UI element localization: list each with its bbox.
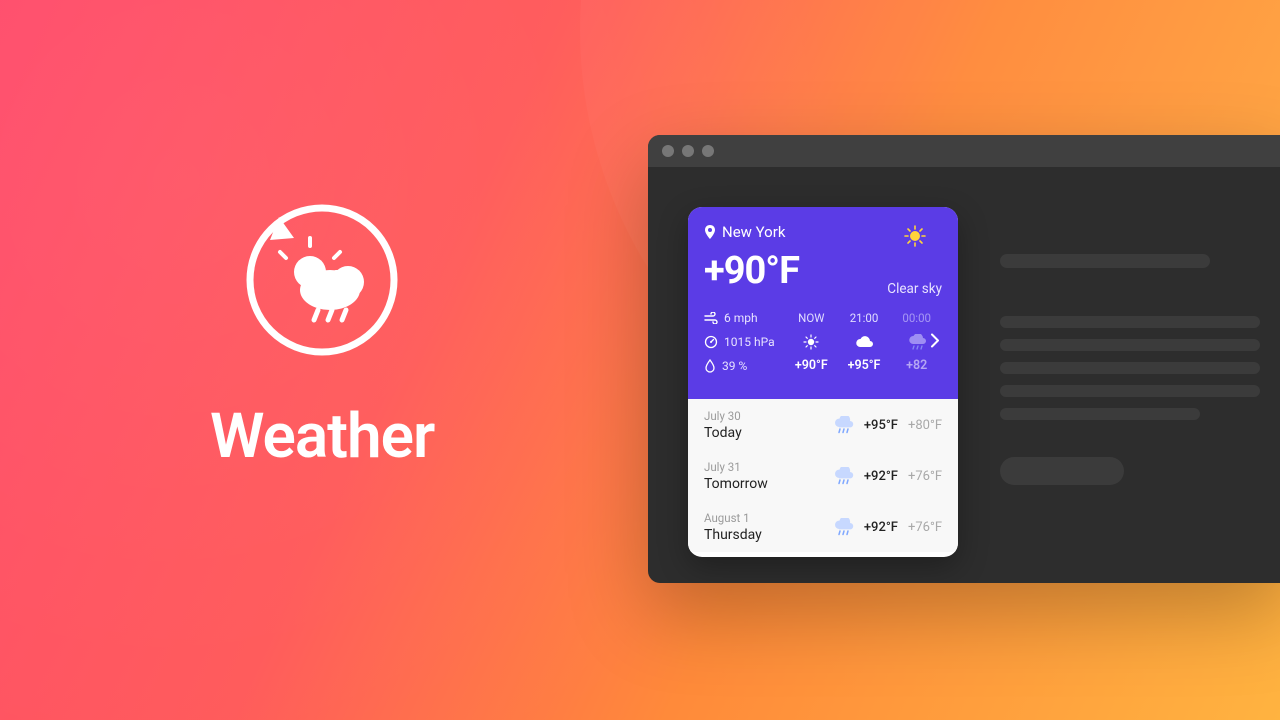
placeholder-button bbox=[1000, 457, 1124, 485]
pressure-fact: 1015 hPa bbox=[704, 335, 786, 349]
traffic-light-min-icon[interactable] bbox=[682, 145, 694, 157]
facts-column: 6 mph 1015 hPa bbox=[704, 311, 786, 373]
wind-icon bbox=[704, 312, 718, 324]
humidity-fact: 39 % bbox=[704, 359, 786, 373]
day-lo: +76°F bbox=[908, 469, 942, 484]
hour-time: NOW bbox=[798, 311, 824, 325]
rain-cloud-icon bbox=[832, 467, 854, 485]
brand-block: Weather bbox=[210, 190, 434, 473]
traffic-light-close-icon[interactable] bbox=[662, 145, 674, 157]
hour-time: 00:00 bbox=[902, 311, 931, 325]
wind-fact: 6 mph bbox=[704, 311, 786, 325]
browser-body: New York +90°F bbox=[648, 167, 1280, 583]
placeholder-heading bbox=[1000, 254, 1210, 268]
condition-text: Clear sky bbox=[887, 281, 942, 297]
traffic-light-max-icon[interactable] bbox=[702, 145, 714, 157]
day-name: Tomorrow bbox=[704, 476, 768, 492]
rain-cloud-icon bbox=[907, 334, 927, 350]
day-date: July 30 bbox=[704, 409, 742, 423]
day-lo: +76°F bbox=[908, 520, 942, 535]
hour-time: 21:00 bbox=[850, 311, 879, 325]
rain-cloud-icon bbox=[832, 518, 854, 536]
wind-value: 6 mph bbox=[724, 311, 758, 325]
condition-block: Clear sky bbox=[887, 225, 942, 297]
placeholder-line bbox=[1000, 408, 1200, 420]
day-date: July 31 bbox=[704, 460, 768, 474]
day-row[interactable]: August 1 Thursday +92°F +76°F bbox=[688, 501, 958, 552]
weather-card-header: New York +90°F bbox=[688, 207, 958, 399]
hour-temp: +82 bbox=[906, 358, 927, 373]
details-row: 6 mph 1015 hPa bbox=[704, 311, 942, 373]
promo-stage: Weather New York +90°F bbox=[0, 0, 1280, 720]
hour-slot: NOW +90°F bbox=[786, 311, 837, 373]
hour-temp: +95°F bbox=[848, 358, 881, 373]
daily-list: July 30 Today +95°F +80°F bbox=[688, 399, 958, 552]
pressure-icon bbox=[704, 335, 718, 349]
chevron-right-icon[interactable] bbox=[930, 333, 940, 352]
day-name: Thursday bbox=[704, 527, 762, 543]
humidity-value: 39 % bbox=[722, 359, 747, 373]
day-hi: +92°F bbox=[864, 520, 898, 535]
day-row[interactable]: July 30 Today +95°F +80°F bbox=[688, 399, 958, 450]
placeholder-line bbox=[1000, 385, 1260, 397]
pin-icon bbox=[704, 225, 716, 239]
hourly-scroller[interactable]: NOW +90°F 21:00 bbox=[786, 311, 942, 373]
pressure-value: 1015 hPa bbox=[724, 335, 775, 349]
day-lo: +80°F bbox=[908, 418, 942, 433]
humidity-icon bbox=[704, 359, 716, 373]
browser-window: New York +90°F bbox=[648, 135, 1280, 583]
weather-logo-icon bbox=[232, 190, 412, 370]
day-row[interactable]: July 31 Tomorrow +92°F +76°F bbox=[688, 450, 958, 501]
placeholder-line bbox=[1000, 362, 1260, 374]
location-name: New York bbox=[722, 223, 785, 241]
hour-temp: +90°F bbox=[795, 358, 828, 373]
day-hi: +92°F bbox=[864, 469, 898, 484]
hour-slot: 21:00 +95°F bbox=[839, 311, 890, 373]
placeholder-line bbox=[1000, 316, 1260, 328]
weather-card: New York +90°F bbox=[688, 207, 958, 557]
placeholder-line bbox=[1000, 339, 1260, 351]
sun-icon bbox=[803, 334, 819, 350]
day-name: Today bbox=[704, 425, 742, 441]
rain-cloud-icon bbox=[832, 416, 854, 434]
day-date: August 1 bbox=[704, 511, 762, 525]
cloud-icon bbox=[854, 335, 874, 349]
brand-title: Weather bbox=[210, 400, 434, 473]
brand-logo bbox=[232, 190, 412, 370]
sun-icon bbox=[904, 225, 926, 247]
day-hi: +95°F bbox=[864, 418, 898, 433]
window-titlebar bbox=[648, 135, 1280, 167]
